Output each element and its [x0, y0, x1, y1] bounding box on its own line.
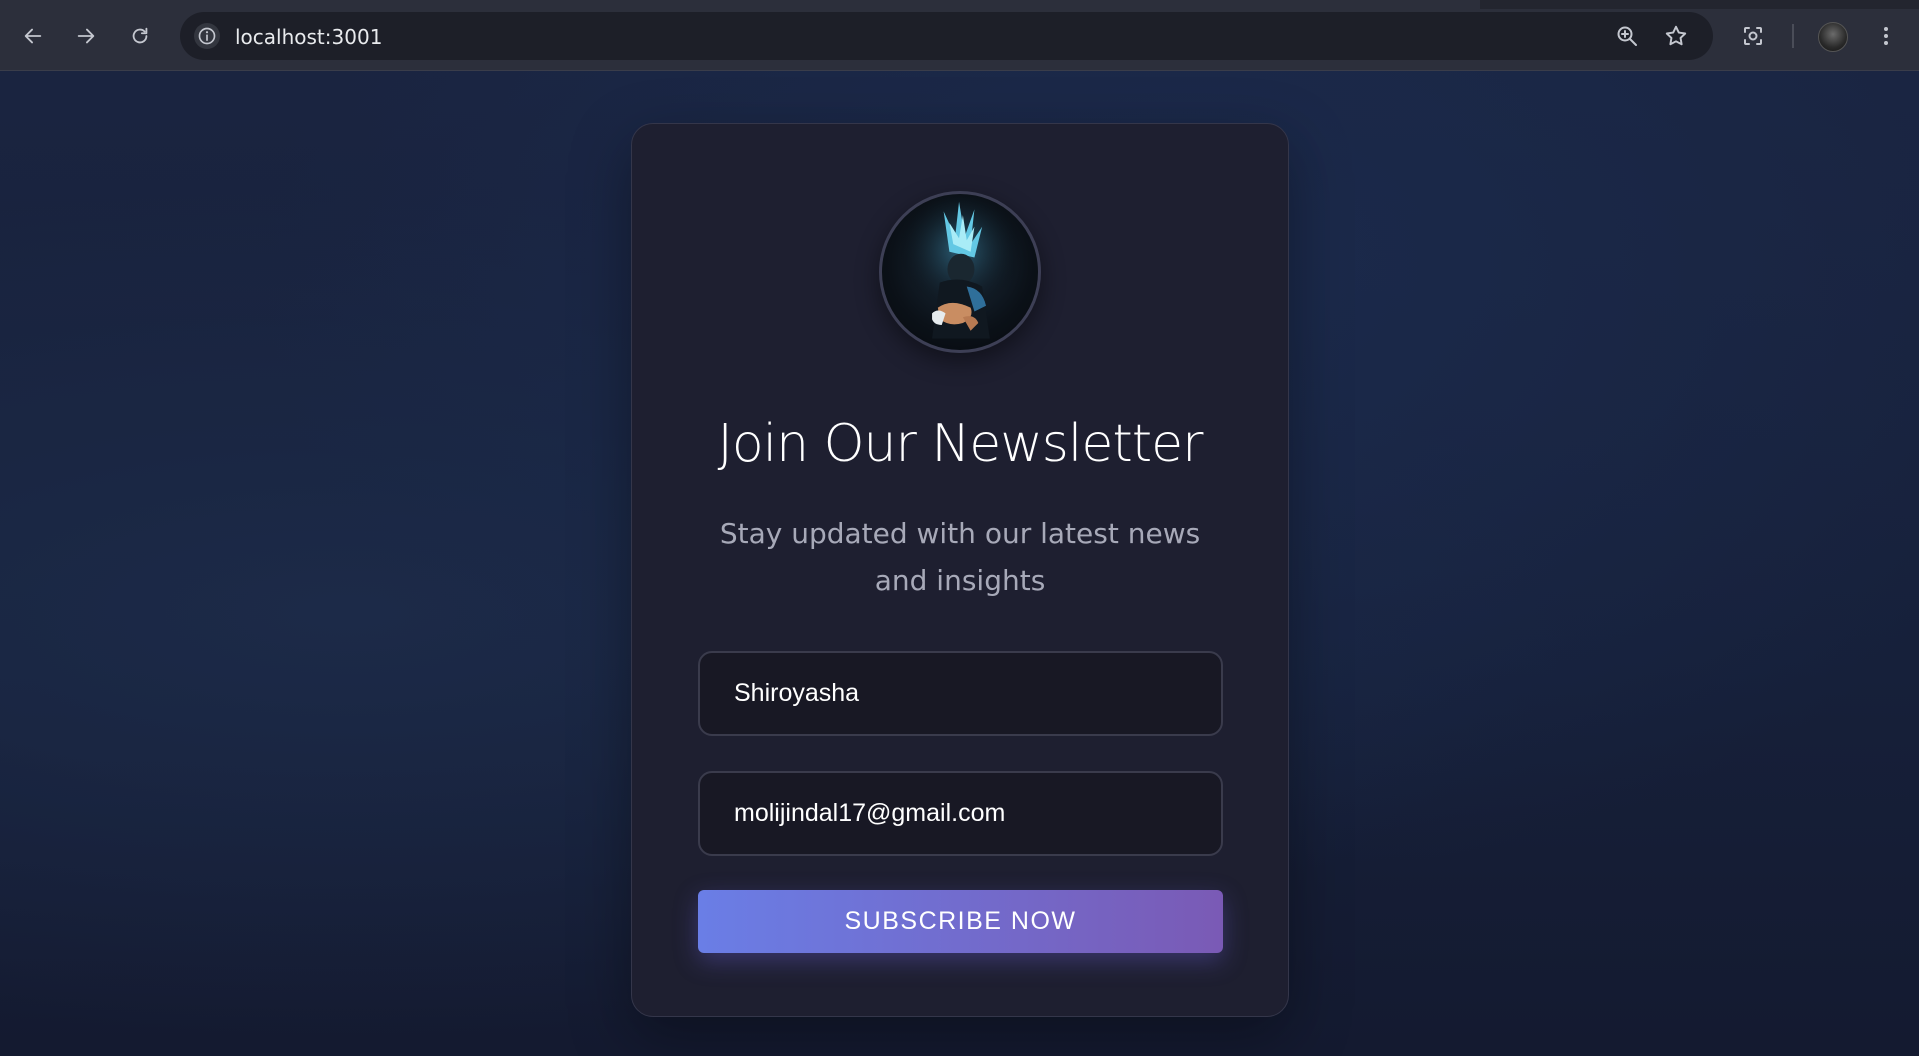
kebab-menu-icon[interactable] [1868, 18, 1904, 54]
page-title: Join Our Newsletter [717, 414, 1204, 474]
url-text[interactable]: localhost:3001 [235, 25, 382, 49]
page-background: Join Our Newsletter Stay updated with ou… [0, 71, 1919, 1056]
newsletter-card: Join Our Newsletter Stay updated with ou… [631, 123, 1289, 1017]
profile-avatar[interactable] [1818, 22, 1848, 52]
email-field[interactable] [698, 771, 1223, 856]
arrow-right-icon [77, 28, 95, 44]
info-icon[interactable] [194, 23, 220, 49]
zoom-in-icon[interactable] [1614, 23, 1640, 49]
back-button[interactable] [15, 18, 51, 54]
name-field[interactable] [698, 651, 1223, 736]
subscribe-button[interactable]: SUBSCRIBE NOW [698, 890, 1223, 953]
address-bar[interactable]: localhost:3001 [180, 12, 1713, 60]
reload-button[interactable] [122, 18, 158, 54]
toolbar-divider [1792, 24, 1794, 48]
lens-icon[interactable] [1735, 18, 1771, 54]
arrow-left-icon [24, 28, 42, 44]
forward-button[interactable] [68, 18, 104, 54]
character-illustration [882, 194, 1038, 350]
active-tab-edge [0, 0, 1480, 9]
tab-strip [0, 0, 1919, 9]
profile-image [879, 191, 1041, 353]
page-subtitle: Stay updated with our latest news and in… [719, 517, 1201, 597]
reload-icon [132, 27, 148, 44]
star-icon[interactable] [1663, 23, 1689, 49]
browser-toolbar: localhost:3001 [0, 0, 1919, 71]
